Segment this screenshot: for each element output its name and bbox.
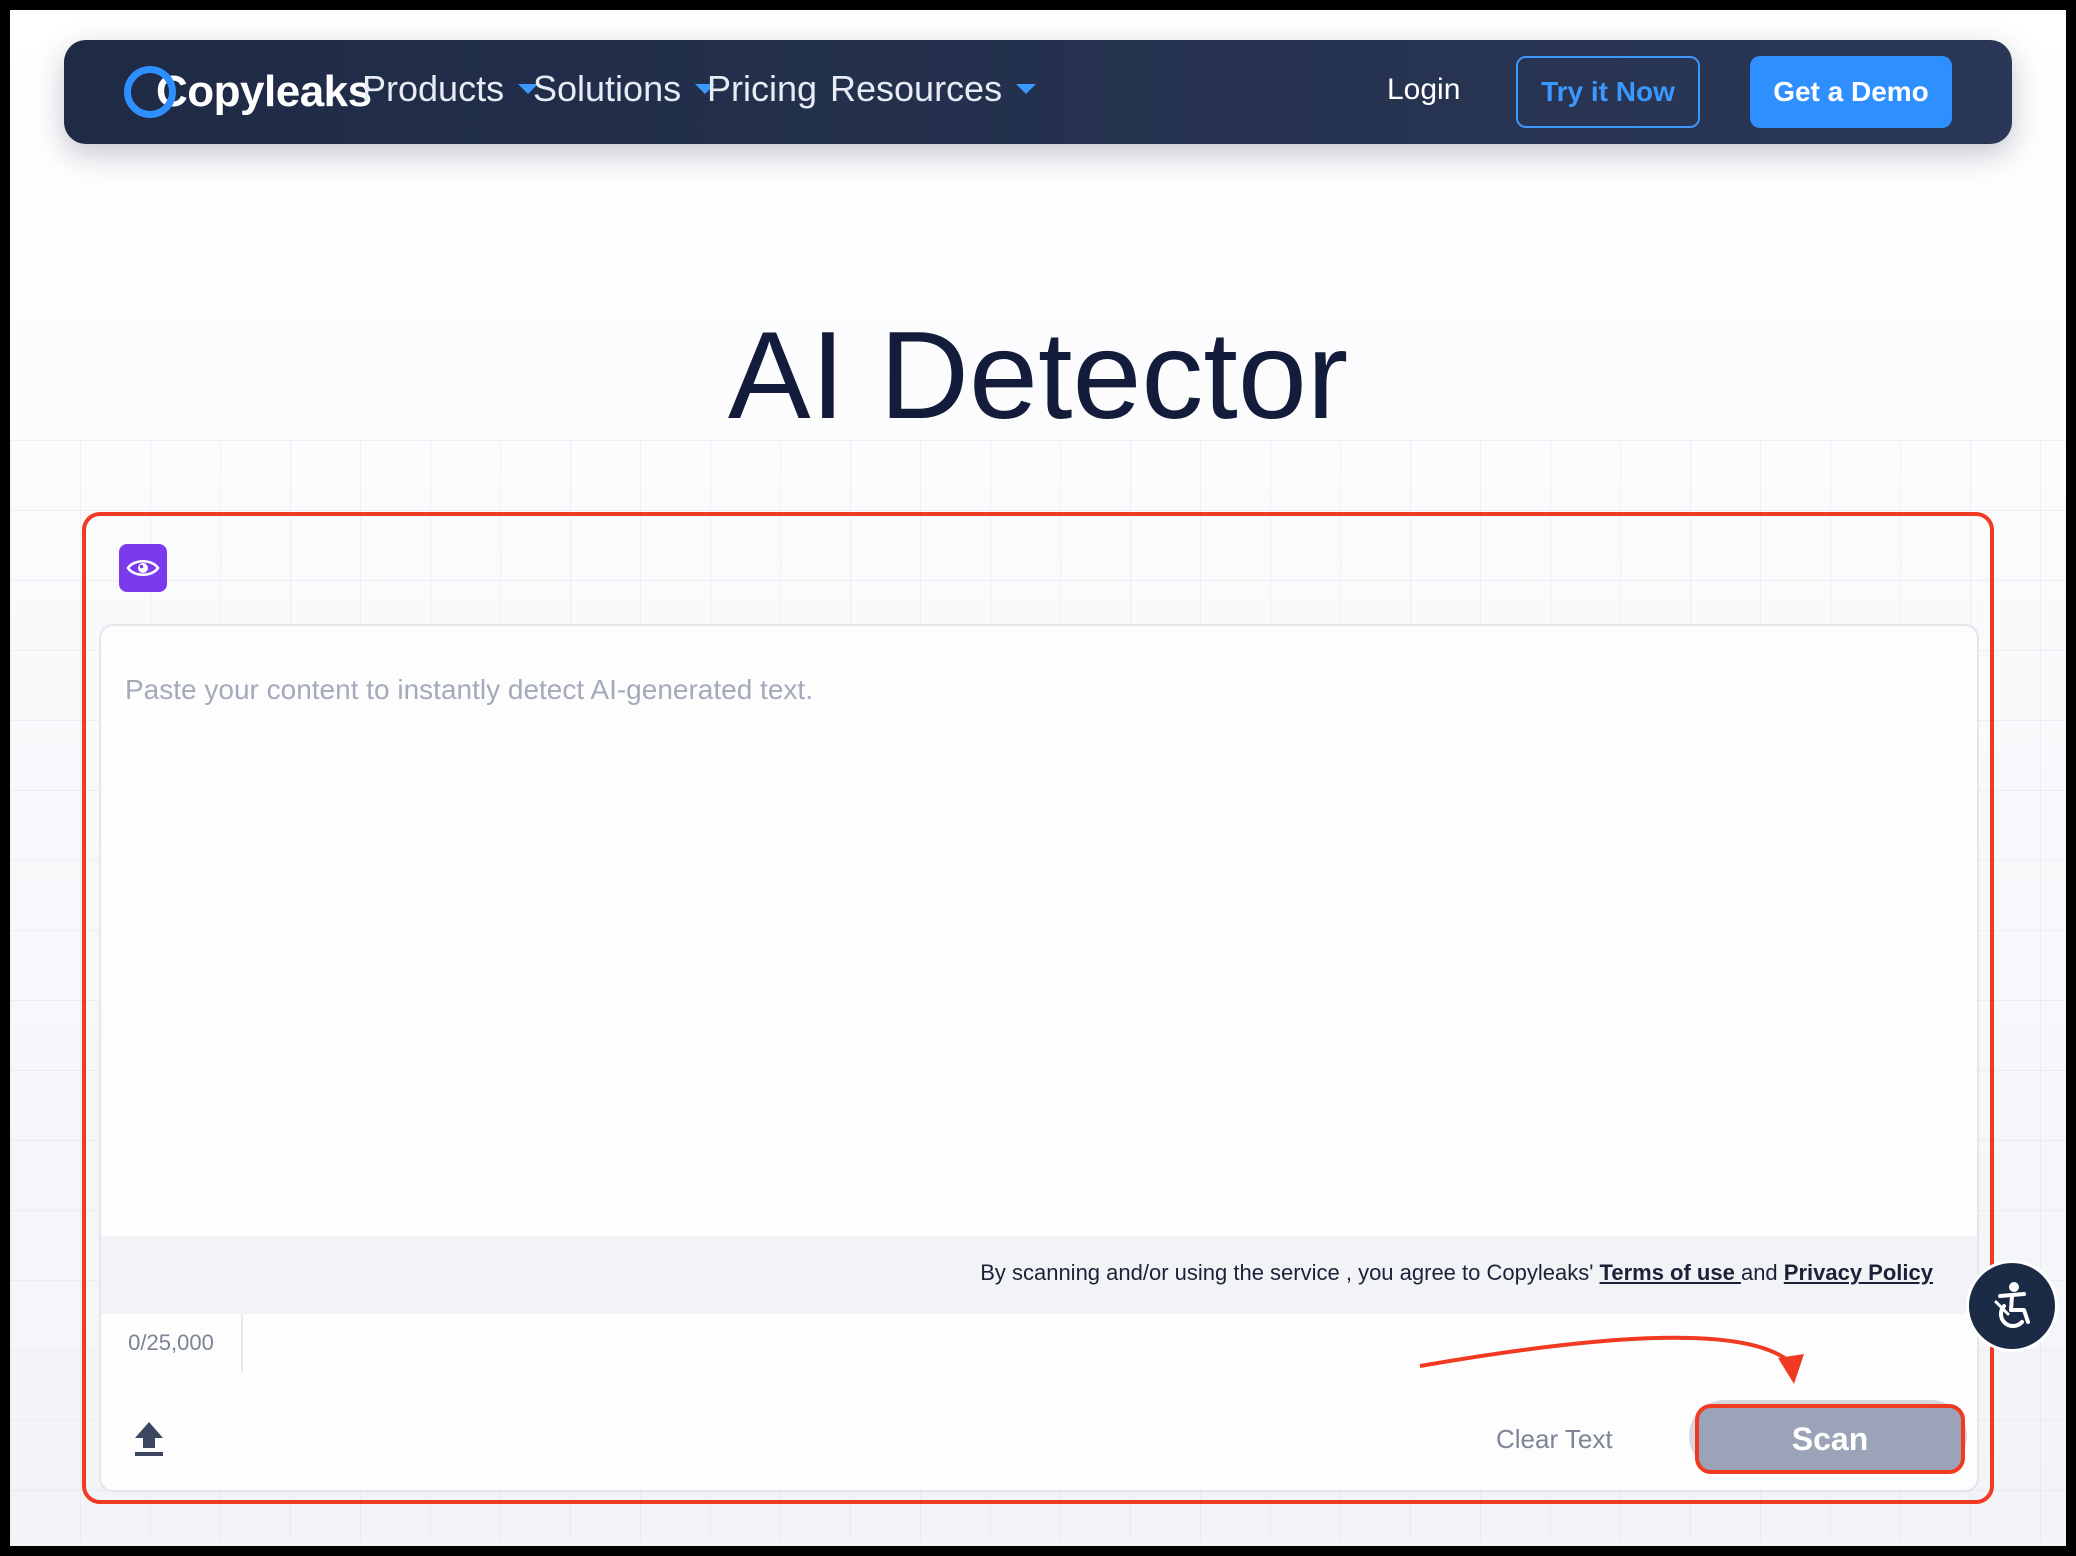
character-counter: 0/25,000 (101, 1314, 243, 1372)
nav-item-label: Products (362, 68, 505, 109)
clear-text-button[interactable]: Clear Text (1496, 1424, 1613, 1455)
nav-item-pricing[interactable]: Pricing (707, 68, 817, 110)
terms-bar: By scanning and/or using the service , y… (101, 1236, 1977, 1314)
caret-down-icon (1016, 84, 1037, 94)
nav-item-solutions[interactable]: Solutions (533, 68, 716, 110)
top-navbar: Copyleaks Products Solutions Pricing Res… (64, 40, 2012, 144)
page-title: AI Detector (727, 307, 1349, 445)
page: Copyleaks Products Solutions Pricing Res… (10, 10, 2066, 1546)
terms-and: and (1740, 1260, 1784, 1285)
copyleaks-logo[interactable]: Copyleaks (124, 60, 372, 124)
accessibility-widget-button[interactable] (1966, 1260, 2058, 1352)
content-textarea[interactable]: Paste your content to instantly detect A… (125, 674, 813, 706)
nav-item-products[interactable]: Products (362, 68, 539, 110)
nav-item-label: Pricing (707, 68, 818, 109)
nav-item-label: Resources (830, 68, 1003, 109)
logo-ring-icon (124, 66, 176, 118)
try-it-now-button[interactable]: Try it Now (1516, 56, 1700, 128)
upload-icon[interactable] (131, 1418, 167, 1458)
accessibility-icon (1994, 1282, 2030, 1329)
nav-item-label: Solutions (533, 68, 682, 109)
terms-of-use-link[interactable]: Terms of use (1600, 1260, 1741, 1285)
scan-button[interactable]: Scan (1695, 1404, 1965, 1474)
terms-notice: By scanning and/or using the service , y… (980, 1260, 1933, 1286)
terms-prefix: By scanning and/or using the service , y… (980, 1260, 1600, 1285)
eye-toggle-button[interactable] (119, 544, 167, 592)
privacy-policy-link[interactable]: Privacy Policy (1784, 1260, 1933, 1285)
logo-text: Copyleaks (156, 67, 372, 116)
nav-item-resources[interactable]: Resources (830, 68, 1037, 110)
get-a-demo-button[interactable]: Get a Demo (1750, 56, 1952, 128)
annotation-arrow (1419, 1335, 1804, 1384)
eye-icon (126, 559, 160, 577)
login-link[interactable]: Login (1387, 73, 1460, 107)
